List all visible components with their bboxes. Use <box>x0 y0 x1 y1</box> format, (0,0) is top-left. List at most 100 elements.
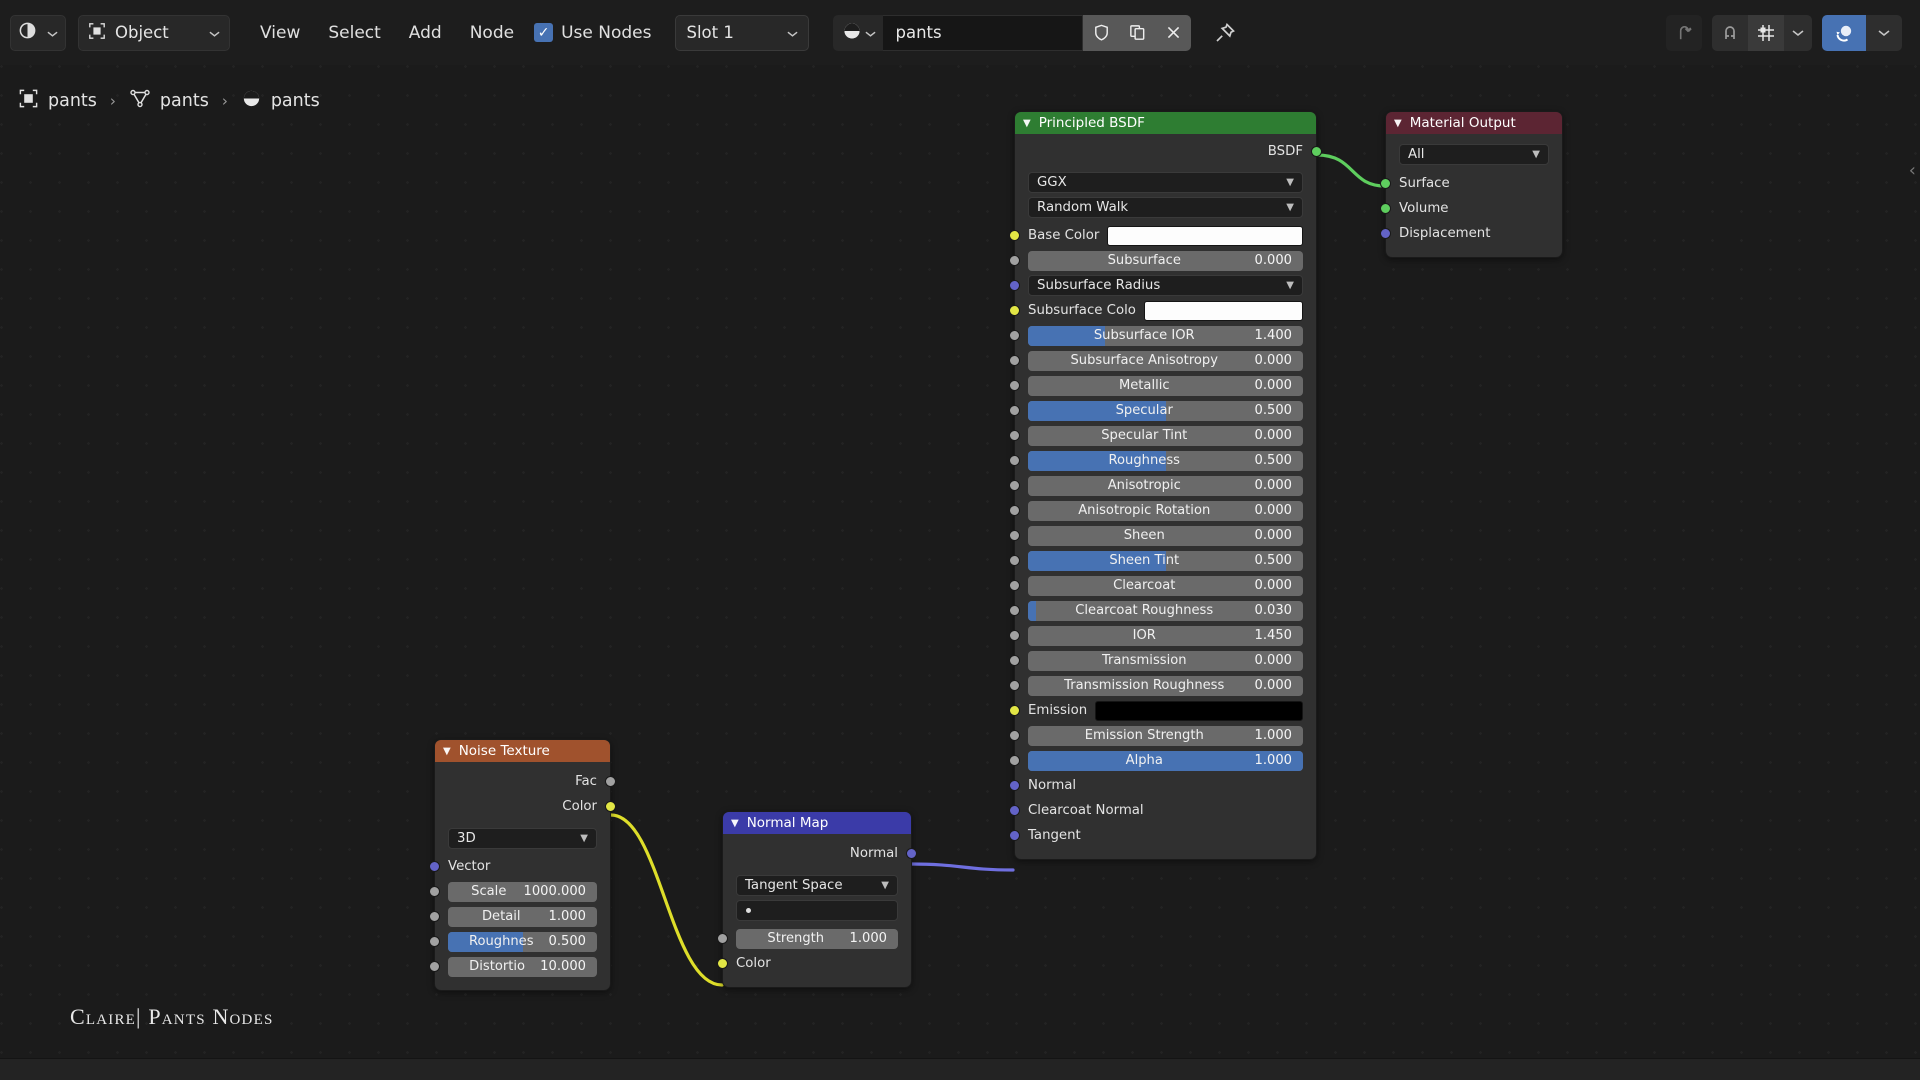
slider-distortio[interactable]: Distortio 10.000 <box>448 956 597 977</box>
socket-out-color[interactable] <box>605 801 616 812</box>
uv-map-field[interactable] <box>736 900 898 921</box>
node-header-material-output[interactable]: ▼ Material Output <box>1386 112 1562 134</box>
slider-subsurface-anisotropy[interactable]: Subsurface Anisotropy 0.000 <box>1028 350 1303 371</box>
slider-strength[interactable]: Strength 1.000 <box>736 928 898 949</box>
dimensions-dropdown[interactable]: 3D ▼ <box>448 828 597 849</box>
node-material-output[interactable]: ▼ Material Output All ▼ Surface Volume D… <box>1380 111 1563 258</box>
dropdown-subsurface-radius[interactable]: Subsurface Radius ▼ <box>1028 275 1303 296</box>
socket-in-clearcoat-normal[interactable] <box>1009 805 1020 816</box>
slider-metallic[interactable]: Metallic 0.000 <box>1028 375 1303 396</box>
socket-in-displacement[interactable] <box>1380 228 1391 239</box>
slider-specular-tint[interactable]: Specular Tint 0.000 <box>1028 425 1303 446</box>
socket-out-normal[interactable] <box>906 848 917 859</box>
socket-in-normal[interactable] <box>1009 780 1020 791</box>
slider-scale[interactable]: Scale 1000.000 <box>448 881 597 902</box>
slider-subsurface[interactable]: Subsurface 0.000 <box>1028 250 1303 271</box>
socket-in-vector[interactable] <box>429 861 440 872</box>
socket-in-tangent[interactable] <box>1009 830 1020 841</box>
socket-in-strength[interactable] <box>717 933 728 944</box>
unlink-close-icon[interactable] <box>1155 14 1192 51</box>
socket-in-scale[interactable] <box>429 886 440 897</box>
slider-subsurface-ior[interactable]: Subsurface IOR 1.400 <box>1028 325 1303 346</box>
slider-transmission[interactable]: Transmission 0.000 <box>1028 650 1303 671</box>
node-canvas[interactable]: pants › pants › pants ‹ ▼ Principled BSD… <box>0 65 1920 1070</box>
socket-in-anisotropic[interactable] <box>1009 480 1020 491</box>
slider-detail[interactable]: Detail 1.000 <box>448 906 597 927</box>
space-dropdown[interactable]: Tangent Space ▼ <box>736 875 898 896</box>
slider-sheen[interactable]: Sheen 0.000 <box>1028 525 1303 546</box>
socket-in-detail[interactable] <box>429 911 440 922</box>
slider-sheen-tint[interactable]: Sheen Tint 0.500 <box>1028 550 1303 571</box>
slider-anisotropic[interactable]: Anisotropic 0.000 <box>1028 475 1303 496</box>
socket-in-ior[interactable] <box>1009 630 1020 641</box>
material-slot-selector[interactable]: Slot 1 <box>675 14 810 51</box>
collapse-chevron-down-icon[interactable]: ▼ <box>1023 118 1031 129</box>
node-normal-map[interactable]: ▼ Normal Map Normal Tangent Space ▼ Stre… <box>717 811 917 988</box>
menu-add[interactable]: Add <box>395 15 456 51</box>
menu-select[interactable]: Select <box>314 15 394 51</box>
color-swatch-subsurface-colo[interactable] <box>1143 300 1303 321</box>
socket-in-emission[interactable] <box>1009 705 1020 716</box>
node-header-normal-map[interactable]: ▼ Normal Map <box>723 812 911 834</box>
snap-dropdown-chevron-down-icon[interactable] <box>1784 15 1812 51</box>
menu-node[interactable]: Node <box>456 15 528 51</box>
collapse-chevron-down-icon[interactable]: ▼ <box>1394 118 1402 129</box>
socket-in-roughness[interactable] <box>1009 455 1020 466</box>
socket-in-subsurface[interactable] <box>1009 255 1020 266</box>
socket-out-bsdf[interactable] <box>1311 146 1322 157</box>
socket-in-clearcoat-roughness[interactable] <box>1009 605 1020 616</box>
node-principled-bsdf[interactable]: ▼ Principled BSDF BSDF GGX ▼ Random Walk… <box>1009 111 1322 860</box>
socket-in-subsurface-anisotropy[interactable] <box>1009 355 1020 366</box>
slider-roughnes[interactable]: Roughnes 0.500 <box>448 931 597 952</box>
socket-in-alpha[interactable] <box>1009 755 1020 766</box>
node-noise-texture[interactable]: ▼ Noise Texture Fac Color 3D ▼ Vector Sc… <box>429 739 616 991</box>
socket-in-subsurface-radius[interactable] <box>1009 280 1020 291</box>
slider-anisotropic-rotation[interactable]: Anisotropic Rotation 0.000 <box>1028 500 1303 521</box>
socket-in-specular-tint[interactable] <box>1009 430 1020 441</box>
socket-in-sheen-tint[interactable] <box>1009 555 1020 566</box>
socket-in-anisotropic-rotation[interactable] <box>1009 505 1020 516</box>
duplicate-copy-icon[interactable] <box>1119 14 1156 51</box>
node-header-noise-texture[interactable]: ▼ Noise Texture <box>435 740 610 762</box>
mode-selector[interactable]: Object <box>78 14 230 51</box>
slider-emission-strength[interactable]: Emission Strength 1.000 <box>1028 725 1303 746</box>
snap-grid-icon[interactable] <box>1748 14 1784 51</box>
overlays-dropdown-chevron-down-icon[interactable] <box>1866 14 1902 51</box>
material-browse-button[interactable] <box>833 14 884 51</box>
editor-type-selector[interactable] <box>10 14 66 51</box>
color-swatch-base-color[interactable] <box>1107 225 1303 246</box>
socket-in-transmission[interactable] <box>1009 655 1020 666</box>
socket-in-emission-strength[interactable] <box>1009 730 1020 741</box>
breadcrumb-item-object[interactable]: pants <box>18 88 97 114</box>
socket-in-subsurface-colo[interactable] <box>1009 305 1020 316</box>
slider-specular[interactable]: Specular 0.500 <box>1028 400 1303 421</box>
fake-user-shield-icon[interactable] <box>1083 14 1120 51</box>
socket-in-distortio[interactable] <box>429 961 440 972</box>
overlays-icon[interactable] <box>1822 14 1866 51</box>
node-header-principled-bsdf[interactable]: ▼ Principled BSDF <box>1015 112 1316 134</box>
target-dropdown[interactable]: All ▼ <box>1399 144 1549 165</box>
slider-roughness[interactable]: Roughness 0.500 <box>1028 450 1303 471</box>
chevron-left-icon[interactable]: ‹ <box>1909 160 1916 181</box>
breadcrumb-item-mesh[interactable]: pants <box>129 87 209 114</box>
subsurface-method-dropdown[interactable]: Random Walk ▼ <box>1028 197 1303 218</box>
collapse-chevron-down-icon[interactable]: ▼ <box>731 818 739 829</box>
magnet-icon[interactable] <box>1712 15 1748 51</box>
snap-parent-arrow-up-icon[interactable] <box>1666 14 1702 51</box>
color-swatch-emission[interactable] <box>1095 700 1303 721</box>
socket-in-volume[interactable] <box>1380 203 1391 214</box>
slider-alpha[interactable]: Alpha 1.000 <box>1028 750 1303 771</box>
slider-transmission-roughness[interactable]: Transmission Roughness 0.000 <box>1028 675 1303 696</box>
socket-in-color[interactable] <box>717 958 728 969</box>
slider-ior[interactable]: IOR 1.450 <box>1028 625 1303 646</box>
socket-in-clearcoat[interactable] <box>1009 580 1020 591</box>
socket-in-base-color[interactable] <box>1009 230 1020 241</box>
socket-in-transmission-roughness[interactable] <box>1009 680 1020 691</box>
use-nodes-toggle[interactable]: ✓ Use Nodes <box>528 23 661 43</box>
socket-out-fac[interactable] <box>605 776 616 787</box>
breadcrumb-item-material[interactable]: pants <box>241 88 320 114</box>
collapse-chevron-down-icon[interactable]: ▼ <box>443 746 451 757</box>
socket-in-roughnes[interactable] <box>429 936 440 947</box>
distribution-dropdown[interactable]: GGX ▼ <box>1028 172 1303 193</box>
material-name-field[interactable]: pants <box>883 14 1084 51</box>
